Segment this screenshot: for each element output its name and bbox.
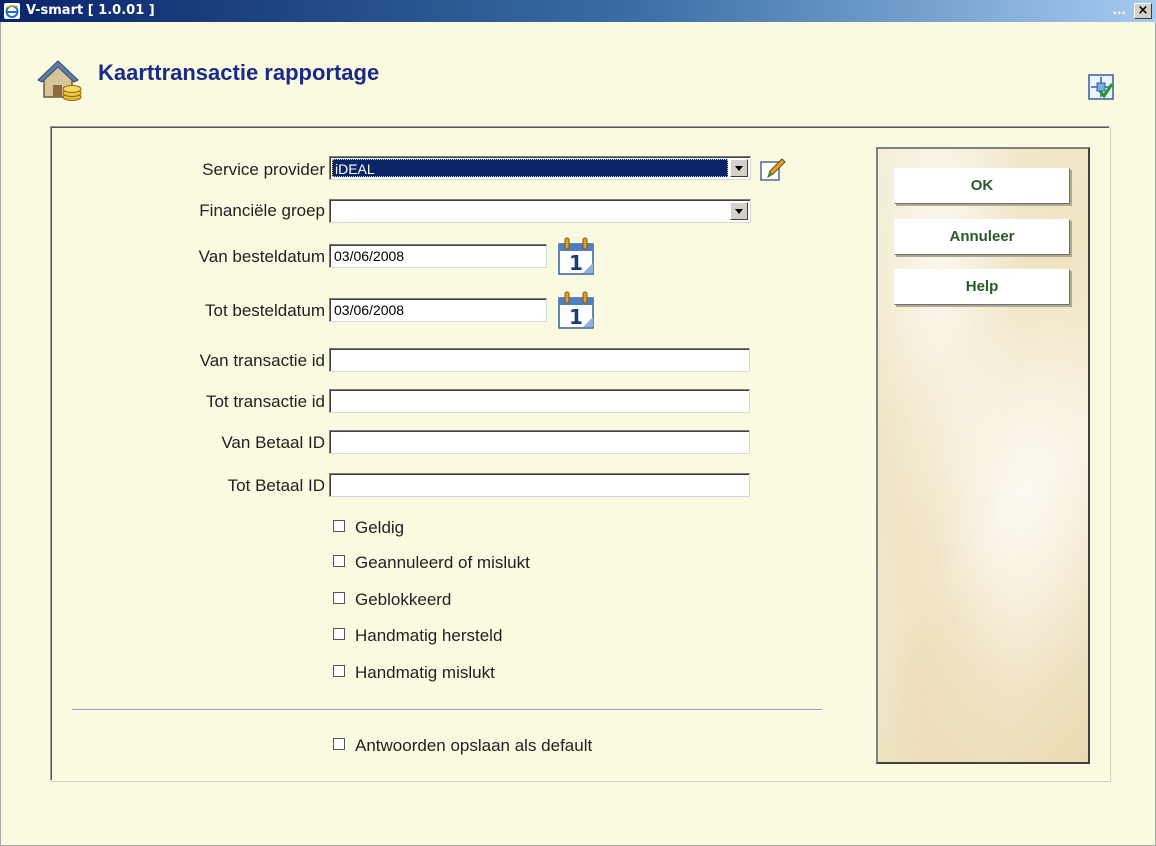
window-title: V-smart [ 1.0.01 ] <box>26 3 155 18</box>
checkbox-geldig[interactable]: Geldig <box>333 518 404 540</box>
van-transactie-id-input[interactable] <box>329 348 750 372</box>
financiele-groep-value <box>332 202 728 220</box>
minimize-button[interactable]: ... <box>1112 3 1126 17</box>
van-betaal-id-input[interactable] <box>329 430 750 454</box>
svg-text:1: 1 <box>569 305 583 329</box>
calendar-icon[interactable]: 1 <box>556 290 596 330</box>
svg-text:1: 1 <box>569 251 583 275</box>
layout-check-icon[interactable] <box>1088 74 1114 100</box>
van-betaal-id-label: Van Betaal ID <box>221 433 325 452</box>
window-titlebar: V-smart [ 1.0.01 ] ... × <box>0 0 1156 22</box>
tot-betaal-id-input[interactable] <box>329 473 750 497</box>
tot-transactie-id-input[interactable] <box>329 389 750 413</box>
ok-button[interactable]: OK <box>894 168 1070 204</box>
van-besteldatum-input[interactable] <box>329 244 547 268</box>
annuleer-button[interactable]: Annuleer <box>894 219 1070 255</box>
checkbox-geblokkeerd[interactable]: Geblokkeerd <box>333 590 451 612</box>
checkbox-save-default[interactable]: Antwoorden opslaan als default <box>333 736 592 758</box>
checkbox-box[interactable] <box>333 520 345 532</box>
checkbox-handmatig-mislukt[interactable]: Handmatig mislukt <box>333 663 495 685</box>
checkbox-label: Antwoorden opslaan als default <box>355 736 593 755</box>
checkbox-label: Handmatig hersteld <box>355 626 503 645</box>
tot-besteldatum-label: Tot besteldatum <box>204 301 325 320</box>
checkbox-label: Geldig <box>355 518 405 537</box>
van-transactie-id-label: Van transactie id <box>199 351 325 370</box>
calendar-icon[interactable]: 1 <box>556 236 596 276</box>
pencil-icon[interactable] <box>758 155 788 185</box>
button-panel: OK Annuleer Help <box>876 147 1090 764</box>
checkbox-box[interactable] <box>333 665 345 677</box>
tot-betaal-id-label: Tot Betaal ID <box>227 476 325 495</box>
chevron-down-icon[interactable] <box>730 202 748 220</box>
checkbox-box[interactable] <box>333 592 345 604</box>
financiele-groep-select[interactable] <box>329 199 751 223</box>
page-title: Kaarttransactie rapportage <box>98 60 380 85</box>
help-button[interactable]: Help <box>894 269 1070 305</box>
tot-transactie-id-label: Tot transactie id <box>205 392 325 411</box>
financiele-groep-label: Financiële groep <box>199 201 325 220</box>
house-coins-icon <box>37 60 82 101</box>
tot-besteldatum-input[interactable] <box>329 298 547 322</box>
checkbox-box[interactable] <box>333 738 345 750</box>
checkbox-label: Geblokkeerd <box>355 590 452 609</box>
checkbox-label: Geannuleerd of mislukt <box>355 553 530 572</box>
chevron-down-icon[interactable] <box>730 159 748 177</box>
checkbox-box[interactable] <box>333 628 345 640</box>
ie-icon <box>4 3 20 19</box>
checkbox-handmatig-hersteld[interactable]: Handmatig hersteld <box>333 626 502 648</box>
van-besteldatum-label: Van besteldatum <box>198 247 325 266</box>
checkbox-box[interactable] <box>333 555 345 567</box>
checkbox-label: Handmatig mislukt <box>355 663 495 682</box>
service-provider-select[interactable]: iDEAL <box>329 156 751 180</box>
close-button[interactable]: × <box>1134 3 1152 19</box>
divider <box>72 709 822 711</box>
service-provider-value: iDEAL <box>332 159 728 177</box>
service-provider-label: Service provider <box>202 160 325 179</box>
checkbox-geannuleerd[interactable]: Geannuleerd of mislukt <box>333 553 530 575</box>
